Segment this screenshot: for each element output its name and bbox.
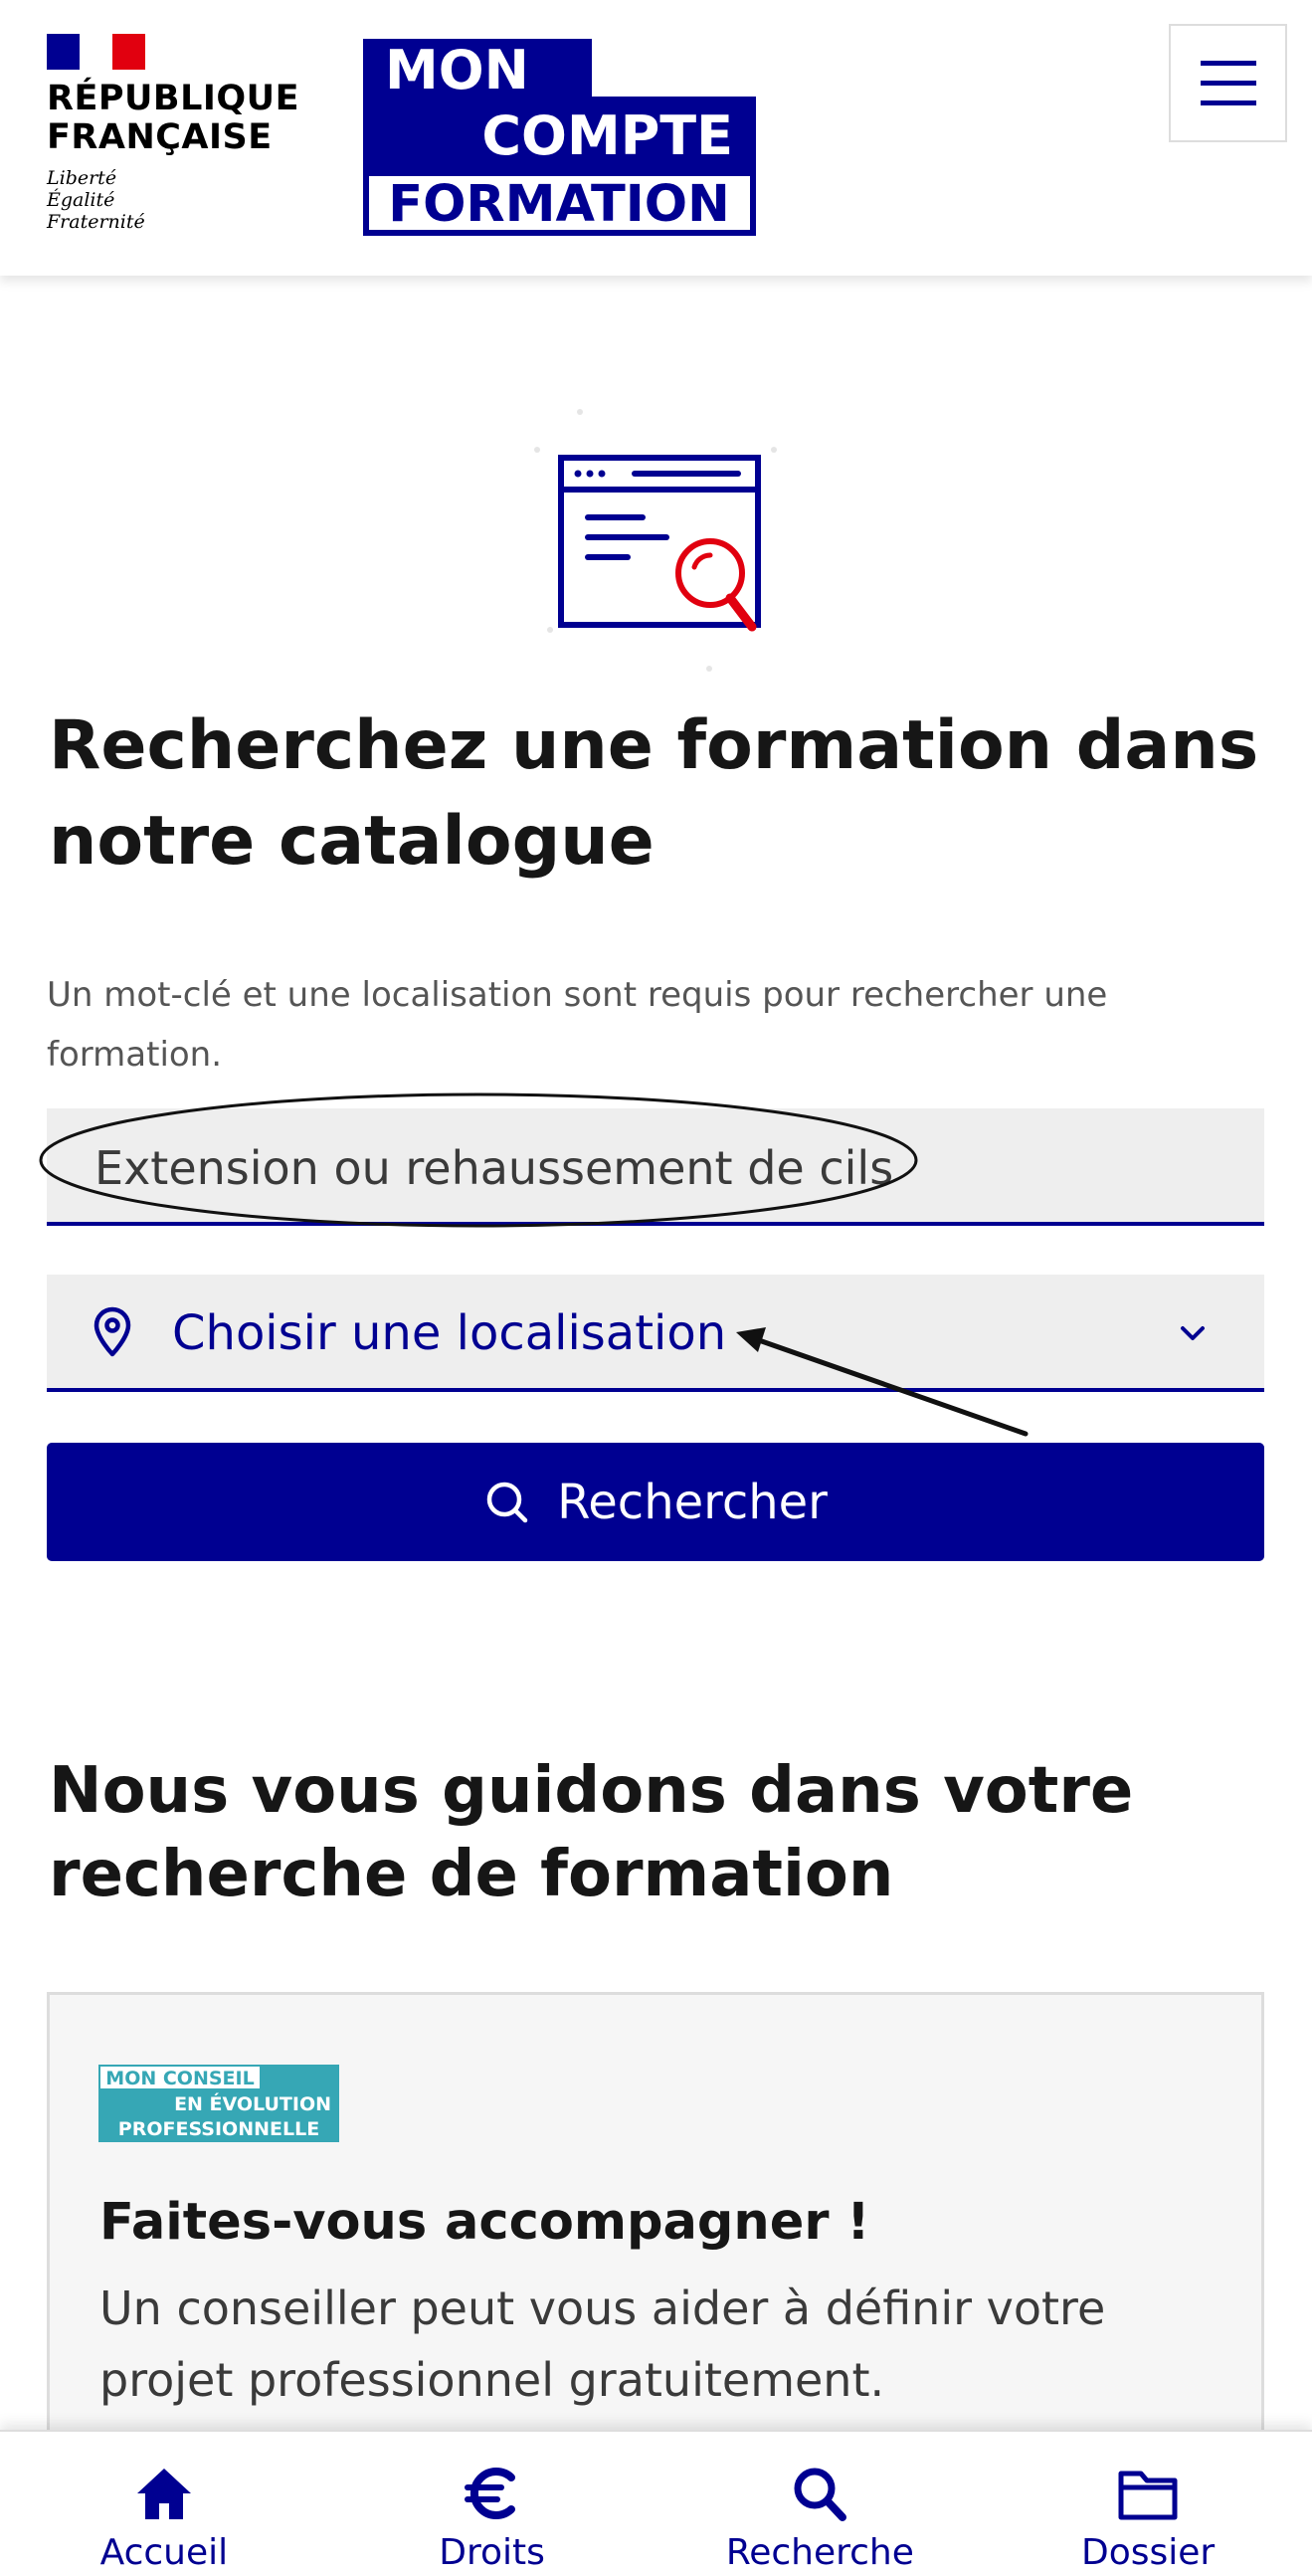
nav-item-accueil[interactable]: Accueil [0,2432,328,2576]
hamburger-icon-bar-top [1200,61,1256,66]
location-select-label: Choisir une localisation [172,1305,727,1361]
folder-icon [1118,2471,1178,2520]
home-icon [136,2469,191,2519]
card-title: Faites-vous accompagner ! [99,2193,870,2252]
location-select[interactable]: Choisir une localisation [47,1275,1264,1392]
cep-logo-line-1: MON CONSEIL [105,2068,254,2089]
search-title: Recherchez une formation dans notre cata… [49,706,1259,881]
search-hint: Un mot-clé et une localisation sont requ… [47,975,1108,1075]
catalog-search-illustration [534,409,777,672]
chevron-down-icon [1181,1326,1205,1340]
marianne-logo [47,34,145,70]
keyword-input-value: Extension ou rehaussement de cils [94,1141,894,1195]
search-icon [486,1482,528,1522]
mon-conseil-evolution-logo: MON CONSEIL EN ÉVOLUTION PROFESSIONNELLE [98,2065,339,2142]
logo-line-mon: MON [385,39,529,101]
page: RÉPUBLIQUE FRANÇAISE Liberté Égalité Fra… [0,0,1312,2576]
card-description: Un conseiller peut vous aider à définir … [99,2281,1106,2407]
motto-liberte: Liberté [47,167,117,189]
mon-compte-formation-logo[interactable]: MON COMPTE FORMATION [363,39,756,236]
nav-item-droits[interactable]: Droits [328,2432,656,2576]
search-icon [794,2468,847,2521]
map-pin-icon [94,1306,131,1357]
keyword-input[interactable]: Extension ou rehaussement de cils [47,1108,1264,1226]
search-button[interactable]: Rechercher [47,1443,1264,1561]
hamburger-icon-bar-bottom [1200,100,1256,105]
site-header: RÉPUBLIQUE FRANÇAISE Liberté Égalité Fra… [0,0,1312,276]
nav-item-recherche[interactable]: Recherche [656,2432,985,2576]
nav-item-label: Accueil [99,2532,229,2573]
nav-item-label: Droits [439,2532,545,2573]
search-button-label: Rechercher [557,1474,828,1530]
hamburger-icon-bar-middle [1200,81,1256,86]
republic-line-1: RÉPUBLIQUE [47,79,300,118]
motto-fraternite: Fraternité [47,211,145,233]
motto-egalite: Égalité [47,189,115,211]
nav-item-dossier[interactable]: Dossier [984,2432,1312,2576]
nav-item-label: Recherche [725,2532,914,2573]
nav-item-label: Dossier [1081,2532,1216,2573]
guide-section-title: Nous vous guidons dans votre recherche d… [49,1754,1134,1911]
logo-line-compte: COMPTE [481,104,733,167]
republique-francaise-block: RÉPUBLIQUE FRANÇAISE [47,80,299,157]
republic-line-2: FRANÇAISE [47,117,273,157]
cep-logo-line-3: PROFESSIONNELLE [118,2118,319,2140]
logo-line-formation: FORMATION [388,175,730,234]
menu-button[interactable] [1169,24,1287,142]
cep-logo-line-2: EN ÉVOLUTION [174,2092,331,2115]
euro-icon [464,2468,515,2519]
bottom-nav: Accueil Droits Recherche Dossier [0,2430,1312,2576]
republic-motto: Liberté Égalité Fraternité [47,167,145,233]
